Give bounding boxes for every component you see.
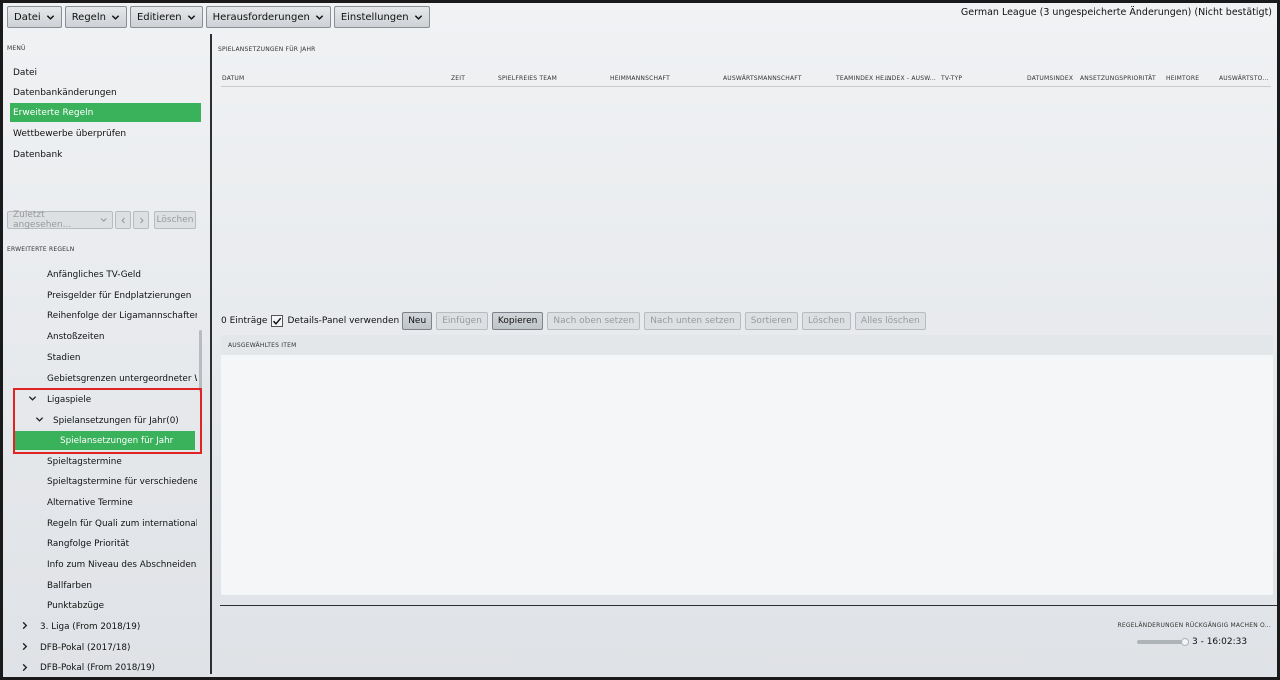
menu-herausforderungen[interactable]: Herausforderungen [205,6,331,28]
menu-regeln[interactable]: Regeln [64,6,127,28]
menu-item-datenbankaenderungen[interactable]: Datenbankänderungen [10,83,201,102]
chevron-down-icon [111,14,120,20]
menu-section-label: MENÜ [7,45,26,52]
tree-item[interactable]: Alternative Termine [47,493,197,512]
menu-item-wettbewerbe-ueberpruefen[interactable]: Wettbewerbe überprüfen [10,124,201,143]
annotation-highlight-box [13,388,202,454]
details-panel-checkbox[interactable] [271,315,284,327]
menu-item-datenbank[interactable]: Datenbank [10,145,201,164]
column-header[interactable]: AUSWÄRTSMANNSCHAFT [723,75,802,82]
left-panel: MENÜ Datei Datenbankänderungen Erweitert… [3,34,210,677]
details-panel: AUSGEWÄHLTES ITEM [221,335,1273,595]
delete-all-button[interactable]: Alles löschen [854,312,926,330]
tree-item[interactable]: 3. Liga (From 2018/19) [40,617,197,636]
chevron-right-icon[interactable] [20,642,29,651]
chevron-right-icon[interactable] [20,621,29,630]
tree-item[interactable]: Anstoßzeiten [47,327,197,346]
column-header[interactable]: SPIELFREIES TEAM [498,75,557,82]
tree-item[interactable]: Punktabzüge [47,596,197,615]
menu-label: Datei [14,11,41,23]
column-header[interactable]: TEAMINDEX HE... [836,75,890,82]
tree-item[interactable]: DFB-Pokal (2017/18) [40,638,197,657]
menu-label: Regeln [71,11,106,23]
table-action-row: 0 Einträge Details-Panel verwenden Neu E… [221,312,930,330]
undo-slider-handle[interactable] [1181,638,1189,646]
tree-item[interactable]: Ballfarben [47,576,197,595]
tree-item[interactable]: Preisgelder für Endplatzierungen [47,286,197,305]
recent-dropdown-placeholder: Zuletzt angesehen... [13,210,72,230]
column-header[interactable]: ANSETZUNGSPRIORITÄT [1080,75,1156,82]
tree-item[interactable]: Reihenfolge der Ligamannschaften [47,306,197,325]
new-button[interactable]: Neu [402,312,433,330]
tree-item[interactable]: Spieltagstermine für verschiedene Jahre [47,472,197,491]
chevron-down-icon [315,14,323,20]
details-panel-title: AUSGEWÄHLTES ITEM [221,335,1273,355]
chevron-down-icon [187,14,195,20]
column-header[interactable]: ZEIT [451,75,465,82]
copy-button[interactable]: Kopieren [491,312,544,330]
menu-label: Herausforderungen [212,11,310,23]
insert-button[interactable]: Einfügen [436,312,488,330]
column-header[interactable]: HEIMTORE [1166,75,1199,82]
sort-button[interactable]: Sortieren [744,312,798,330]
tree-item[interactable]: Spieltagstermine [47,452,197,471]
column-header[interactable]: AUSWÄRTSTO... [1219,75,1269,82]
tree-item[interactable]: Anfängliches TV-Geld [47,265,197,284]
main-panel: SPIELANSETZUNGEN FÜR JAHR DATUM ZEIT SPI… [215,34,1277,677]
history-back-button[interactable] [115,211,131,229]
column-header[interactable]: DATUMSINDEX [1027,75,1073,82]
menu-item-erweiterte-regeln[interactable]: Erweiterte Regeln [10,103,201,122]
delete-button[interactable]: Löschen [801,312,851,330]
tree-item[interactable]: DFB-Pokal (From 2018/19) [40,658,197,677]
chevron-right-icon[interactable] [20,663,29,672]
bottom-divider[interactable] [220,605,1277,606]
undo-slider-track[interactable] [1137,640,1185,644]
recent-dropdown[interactable]: Zuletzt angesehen... [7,210,113,230]
chevron-left-icon [120,217,125,223]
menu-label: Einstellungen [340,11,409,23]
move-up-button[interactable]: Nach oben setzen [547,312,641,330]
tree-item[interactable]: Rangfolge Priorität [47,534,197,553]
chevron-right-icon [139,217,144,223]
chevron-down-icon [414,14,422,20]
chevron-down-icon [100,218,107,222]
entry-count: 0 Einträge [221,316,268,326]
move-down-button[interactable]: Nach unten setzen [644,312,741,330]
undo-section-label: REGELÄNDERUNGEN RÜCKGÄNGIG MACHEN O... [1117,622,1271,629]
history-row: Zuletzt angesehen... Löschen [7,210,196,230]
app-window: Datei Regeln Editieren Herausforderungen… [3,3,1277,677]
details-panel-checkbox-label[interactable]: Details-Panel verwenden [287,316,399,326]
menu-datei[interactable]: Datei [7,6,62,28]
menu-item-datei[interactable]: Datei [10,63,201,82]
tree-item[interactable]: Gebietsgrenzen untergeordneter Wettbe [47,369,197,388]
chevron-down-icon [46,14,54,20]
section-title: SPIELANSETZUNGEN FÜR JAHR [218,46,316,53]
menu-editieren[interactable]: Editieren [129,6,203,28]
rules-section-label: ERWEITERTE REGELN [7,246,75,253]
column-header[interactable]: HEIMMANNSCHAFT [610,75,670,82]
undo-value: 3 - 16:02:33 [1192,637,1248,647]
tree-scrollbar[interactable] [199,330,202,392]
menu-label: Editieren [136,11,182,23]
tree-item[interactable]: Regeln für Quali zum internationalen We [47,514,197,533]
checkmark-icon [273,317,282,325]
table-header-divider [221,86,1271,87]
history-clear-button[interactable]: Löschen [154,211,196,229]
column-header[interactable]: INDEX - AUSW... [885,75,936,82]
menu-einstellungen[interactable]: Einstellungen [333,6,430,28]
column-header[interactable]: TV-TYP [941,75,962,82]
top-menu-bar: Datei Regeln Editieren Herausforderungen… [7,6,433,28]
tree-item[interactable]: Stadien [47,348,197,367]
column-header[interactable]: DATUM [222,75,244,82]
tree-item[interactable]: Info zum Niveau des Abschneidens [47,555,197,574]
history-forward-button[interactable] [133,211,149,229]
app-title: German League (3 ungespeicherte Änderung… [960,7,1272,18]
panel-divider[interactable] [210,34,212,674]
